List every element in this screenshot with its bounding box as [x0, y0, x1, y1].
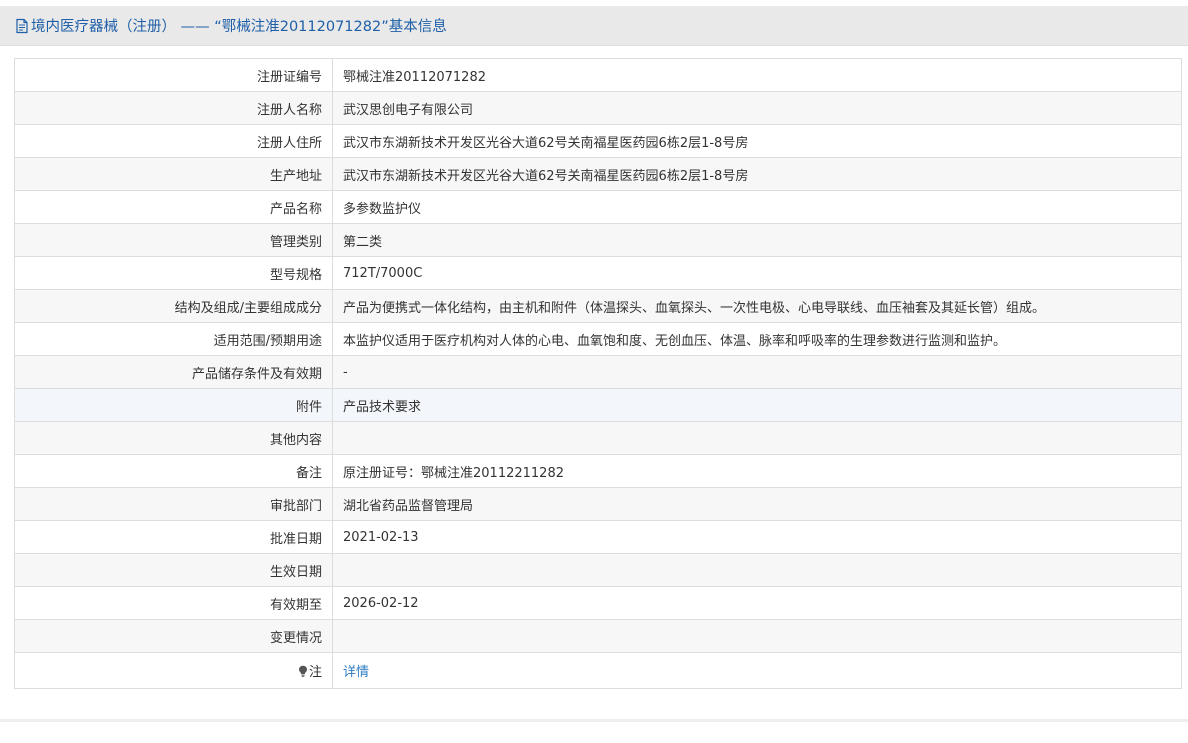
row-label: 产品储存条件及有效期 — [14, 355, 333, 389]
row-label: 型号规格 — [14, 256, 333, 290]
table-row: 型号规格 712T/7000C — [14, 256, 1182, 290]
detail-table-body: 注册证编号 鄂械注准20112071282 注册人名称 武汉思创电子有限公司 注册人住所… — [14, 58, 1182, 689]
row-label: 生效日期 — [14, 553, 333, 587]
bottom-divider — [0, 719, 1188, 722]
table-row: 附件 产品技术要求 — [14, 388, 1182, 422]
row-label: 变更情况 — [14, 619, 333, 653]
row-value: 湖北省药品监督管理局 — [332, 487, 1182, 521]
table-row: 产品储存条件及有效期 - — [14, 355, 1182, 389]
table-row: 备注 原注册证号：鄂械注准20112211282 — [14, 454, 1182, 488]
page-title: 境内医疗器械（注册） —— “鄂械注准20112071282”基本信息 — [31, 19, 447, 35]
row-label: 注册人住所 — [14, 124, 333, 158]
document-icon — [15, 18, 29, 34]
details-link[interactable]: 详情 — [343, 665, 369, 680]
row-value: 第二类 — [332, 223, 1182, 257]
table-row: 其他内容 — [14, 421, 1182, 455]
row-value: 712T/7000C — [332, 256, 1182, 290]
row-label: 注册证编号 — [14, 58, 333, 92]
table-row: 批准日期 2021-02-13 — [14, 520, 1182, 554]
table-row: 变更情况 — [14, 619, 1182, 653]
row-value: 2021-02-13 — [332, 520, 1182, 554]
table-row: 注册人住所 武汉市东湖新技术开发区光谷大道62号关南福星医药园6栋2层1-8号房 — [14, 124, 1182, 158]
row-label: 备注 — [14, 454, 333, 488]
page-header: 境内医疗器械（注册） —— “鄂械注准20112071282”基本信息 — [0, 6, 1188, 46]
row-label: 批准日期 — [14, 520, 333, 554]
note-value-cell: 详情 — [332, 652, 1182, 689]
table-row: 产品名称 多参数监护仪 — [14, 190, 1182, 224]
row-label: 审批部门 — [14, 487, 333, 521]
table-row: 有效期至 2026-02-12 — [14, 586, 1182, 620]
note-label-cell: 注 — [14, 652, 333, 689]
row-label: 有效期至 — [14, 586, 333, 620]
row-value — [332, 553, 1182, 587]
row-value: 武汉市东湖新技术开发区光谷大道62号关南福星医药园6栋2层1-8号房 — [332, 124, 1182, 158]
row-label: 其他内容 — [14, 421, 333, 455]
row-label: 管理类别 — [14, 223, 333, 257]
detail-table: 注册证编号 鄂械注准20112071282 注册人名称 武汉思创电子有限公司 注册人住所… — [14, 58, 1182, 689]
table-row: 生产地址 武汉市东湖新技术开发区光谷大道62号关南福星医药园6栋2层1-8号房 — [14, 157, 1182, 191]
note-row: 注 详情 — [14, 652, 1182, 689]
row-label: 结构及组成/主要组成成分 — [14, 289, 333, 323]
table-row: 生效日期 — [14, 553, 1182, 587]
row-value: 产品技术要求 — [332, 388, 1182, 422]
row-label: 生产地址 — [14, 157, 333, 191]
table-row: 适用范围/预期用途 本监护仪适用于医疗机构对人体的心电、血氧饱和度、无创血压、体温… — [14, 322, 1182, 356]
table-row: 审批部门 湖北省药品监督管理局 — [14, 487, 1182, 521]
table-row: 结构及组成/主要组成成分 产品为便携式一体化结构，由主机和附件（体温探头、血氧探头… — [14, 289, 1182, 323]
row-label: 适用范围/预期用途 — [14, 322, 333, 356]
row-label: 附件 — [14, 388, 333, 422]
table-row: 管理类别 第二类 — [14, 223, 1182, 257]
row-value: - — [332, 355, 1182, 389]
table-row: 注册证编号 鄂械注准20112071282 — [14, 58, 1182, 92]
lightbulb-icon — [298, 665, 308, 677]
table-row: 注册人名称 武汉思创电子有限公司 — [14, 91, 1182, 125]
note-label: 注 — [308, 665, 322, 680]
row-value — [332, 421, 1182, 455]
row-value: 2026-02-12 — [332, 586, 1182, 620]
row-value: 原注册证号：鄂械注准20112211282 — [332, 454, 1182, 488]
row-value: 鄂械注准20112071282 — [332, 58, 1182, 92]
row-value: 武汉市东湖新技术开发区光谷大道62号关南福星医药园6栋2层1-8号房 — [332, 157, 1182, 191]
row-value: 武汉思创电子有限公司 — [332, 91, 1182, 125]
row-value: 产品为便携式一体化结构，由主机和附件（体温探头、血氧探头、一次性电极、心电导联线… — [332, 289, 1182, 323]
row-value — [332, 619, 1182, 653]
row-label: 注册人名称 — [14, 91, 333, 125]
row-label: 产品名称 — [14, 190, 333, 224]
row-value: 多参数监护仪 — [332, 190, 1182, 224]
row-value: 本监护仪适用于医疗机构对人体的心电、血氧饱和度、无创血压、体温、脉率和呼吸率的生… — [332, 322, 1182, 356]
